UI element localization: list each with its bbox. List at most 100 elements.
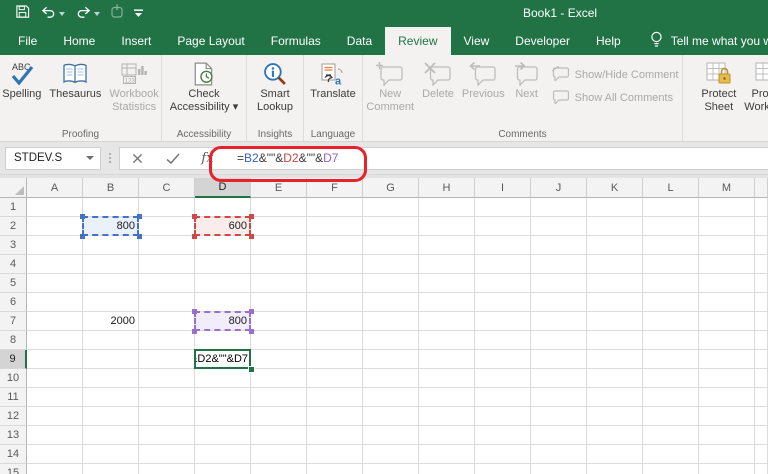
cell-c14[interactable] [139, 445, 195, 464]
cell-h12[interactable] [419, 407, 475, 426]
column-header-j[interactable]: J [531, 178, 587, 198]
cell-g6[interactable] [363, 293, 419, 312]
cell-d6[interactable] [195, 293, 251, 312]
cell-l13[interactable] [643, 426, 699, 445]
cell-b7[interactable]: 2000 [83, 312, 139, 331]
customize-qat-button[interactable] [134, 5, 143, 23]
cell-a11[interactable] [27, 388, 83, 407]
cell-partial[interactable] [755, 369, 768, 388]
cell-e6[interactable] [251, 293, 307, 312]
tab-formulas[interactable]: Formulas [258, 27, 334, 55]
cell-a6[interactable] [27, 293, 83, 312]
undo-button[interactable] [41, 5, 65, 23]
name-box[interactable]: STDEV.S [5, 146, 101, 170]
cell-l7[interactable] [643, 312, 699, 331]
cell-k8[interactable] [587, 331, 643, 350]
cell-g7[interactable] [363, 312, 419, 331]
cell-g3[interactable] [363, 236, 419, 255]
column-header-g[interactable]: G [363, 178, 419, 198]
cell-h2[interactable] [419, 217, 475, 236]
cell-d4[interactable] [195, 255, 251, 274]
cancel-button[interactable] [120, 153, 155, 164]
cell-l2[interactable] [643, 217, 699, 236]
chevron-down-icon[interactable] [86, 156, 94, 160]
column-header-d[interactable]: D [195, 178, 251, 198]
cell-i7[interactable] [475, 312, 531, 331]
cell-partial[interactable] [755, 255, 768, 274]
cell-l11[interactable] [643, 388, 699, 407]
cell-g5[interactable] [363, 274, 419, 293]
cell-k13[interactable] [587, 426, 643, 445]
cell-i12[interactable] [475, 407, 531, 426]
column-header-m[interactable]: M [699, 178, 755, 198]
cell-g1[interactable] [363, 198, 419, 217]
cell-f10[interactable] [307, 369, 363, 388]
redo-button[interactable] [76, 5, 100, 23]
cell-i8[interactable] [475, 331, 531, 350]
cell-i10[interactable] [475, 369, 531, 388]
cell-b5[interactable] [83, 274, 139, 293]
protect-workbook-button[interactable]: Protect Workbook [740, 57, 768, 114]
fill-handle[interactable] [248, 366, 255, 373]
cell-partial[interactable] [755, 350, 768, 369]
cell-l6[interactable] [643, 293, 699, 312]
cell-f11[interactable] [307, 388, 363, 407]
cell-k11[interactable] [587, 388, 643, 407]
cell-h14[interactable] [419, 445, 475, 464]
cell-partial[interactable] [755, 331, 768, 350]
cell-partial[interactable] [755, 236, 768, 255]
cell-f12[interactable] [307, 407, 363, 426]
row-header-8[interactable]: 8 [0, 331, 27, 350]
cell-partial[interactable] [755, 445, 768, 464]
thesaurus-button[interactable]: Thesaurus [45, 57, 105, 101]
cell-k6[interactable] [587, 293, 643, 312]
cell-i1[interactable] [475, 198, 531, 217]
cell-c4[interactable] [139, 255, 195, 274]
enter-button[interactable] [155, 153, 190, 164]
cell-c11[interactable] [139, 388, 195, 407]
cell-m14[interactable] [699, 445, 755, 464]
cell-partial[interactable] [755, 407, 768, 426]
cell-b8[interactable] [83, 331, 139, 350]
cell-a9[interactable] [27, 350, 83, 369]
cell-m9[interactable] [699, 350, 755, 369]
translate-button[interactable]: a Translate [306, 57, 359, 101]
active-cell-d9[interactable]: =B2&""&D2&""&D7 [194, 349, 251, 369]
cell-i6[interactable] [475, 293, 531, 312]
cell-l9[interactable] [643, 350, 699, 369]
cell-partial[interactable] [755, 388, 768, 407]
formula-bar-grip[interactable] [101, 153, 119, 163]
cell-j11[interactable] [531, 388, 587, 407]
cell-i4[interactable] [475, 255, 531, 274]
tab-view[interactable]: View [451, 27, 503, 55]
cell-f6[interactable] [307, 293, 363, 312]
cell-d2[interactable]: 600 [195, 217, 251, 236]
cell-b9[interactable] [83, 350, 139, 369]
cell-a4[interactable] [27, 255, 83, 274]
cell-c3[interactable] [139, 236, 195, 255]
cell-f14[interactable] [307, 445, 363, 464]
cell-d14[interactable] [195, 445, 251, 464]
cell-d1[interactable] [195, 198, 251, 217]
row-header-9[interactable]: 9 [0, 350, 27, 369]
cell-c7[interactable] [139, 312, 195, 331]
row-header-5[interactable]: 5 [0, 274, 27, 293]
cell-g13[interactable] [363, 426, 419, 445]
cell-k7[interactable] [587, 312, 643, 331]
cell-c12[interactable] [139, 407, 195, 426]
cell-m8[interactable] [699, 331, 755, 350]
cell-e4[interactable] [251, 255, 307, 274]
cell-a1[interactable] [27, 198, 83, 217]
column-header-f[interactable]: F [307, 178, 363, 198]
cell-i9[interactable] [475, 350, 531, 369]
tab-page-layout[interactable]: Page Layout [164, 27, 257, 55]
column-header-partial[interactable] [755, 178, 768, 198]
cell-m11[interactable] [699, 388, 755, 407]
cell-j6[interactable] [531, 293, 587, 312]
cell-l14[interactable] [643, 445, 699, 464]
cell-h1[interactable] [419, 198, 475, 217]
cell-c6[interactable] [139, 293, 195, 312]
cell-k10[interactable] [587, 369, 643, 388]
cell-e2[interactable] [251, 217, 307, 236]
row-header-4[interactable]: 4 [0, 255, 27, 274]
